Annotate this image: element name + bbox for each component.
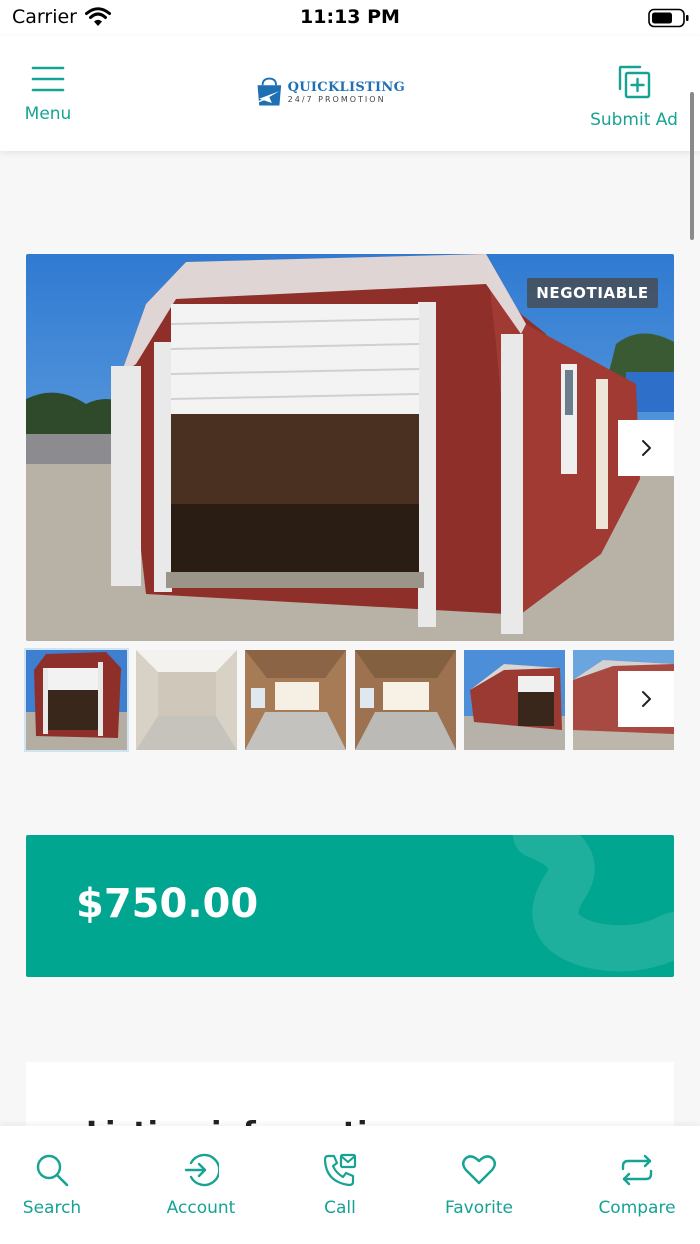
next-photo-button[interactable]	[618, 420, 674, 476]
thumbnail-4[interactable]	[355, 650, 456, 750]
logo-subtitle: 24/7 PROMOTION	[287, 94, 386, 104]
thumbnail-2[interactable]	[136, 650, 237, 750]
add-copy-icon	[618, 65, 651, 99]
login-icon	[184, 1153, 219, 1187]
negotiable-badge: NEGOTIABLE	[527, 278, 658, 308]
shopping-bag-logo-icon	[257, 77, 282, 106]
tab-label: Call	[324, 1198, 356, 1218]
search-icon	[36, 1154, 69, 1187]
tab-label: Search	[22, 1198, 82, 1218]
listing-price: $750.00	[76, 881, 259, 927]
menu-label: Menu	[24, 104, 72, 124]
tab-account[interactable]: Account	[151, 1152, 251, 1218]
phone-icon	[323, 1153, 357, 1187]
next-thumbnails-button[interactable]	[618, 671, 674, 727]
bottom-tab-bar: Search Account Call Favorite Compare	[0, 1126, 700, 1244]
thumbnail-image	[464, 650, 565, 750]
app-header: Menu QUICKLISTING 24/7 PROMOTION Submit …	[0, 36, 700, 151]
tab-label: Favorite	[445, 1198, 513, 1218]
price-card: $750.00	[26, 835, 674, 977]
decorative-swirl	[513, 835, 674, 972]
tab-label: Account	[166, 1198, 236, 1218]
tab-search[interactable]: Search	[2, 1152, 102, 1218]
submit-ad-button[interactable]: Submit Ad	[588, 64, 680, 130]
thumbnail-image	[245, 650, 346, 750]
hamburger-icon	[31, 66, 65, 92]
chevron-right-icon	[642, 440, 651, 456]
heart-icon	[462, 1155, 496, 1185]
tab-favorite[interactable]: Favorite	[429, 1152, 529, 1218]
main-listing-photo[interactable]	[26, 254, 674, 641]
clock: 11:13 PM	[300, 6, 400, 28]
submit-ad-label: Submit Ad	[590, 110, 678, 130]
chevron-right-icon	[642, 691, 651, 707]
tab-label: Compare	[598, 1198, 676, 1218]
tab-call[interactable]: Call	[290, 1152, 390, 1218]
thumbnail-1[interactable]	[24, 648, 129, 752]
thumbnail-3[interactable]	[245, 650, 346, 750]
scrollbar[interactable]	[690, 92, 694, 240]
thumbnail-image	[136, 650, 237, 750]
thumbnail-5[interactable]	[464, 650, 565, 750]
repeat-icon	[621, 1154, 653, 1186]
tab-compare[interactable]: Compare	[587, 1152, 687, 1218]
battery-icon	[648, 8, 689, 28]
logo-title: QUICKLISTING	[287, 79, 405, 95]
thumbnail-image	[355, 650, 456, 750]
shed-photo	[26, 254, 674, 641]
status-bar: Carrier 11:13 PM	[0, 0, 700, 36]
menu-button[interactable]: Menu	[20, 64, 76, 124]
thumbnail-image	[26, 650, 127, 750]
quicklisting-logo[interactable]: QUICKLISTING 24/7 PROMOTION	[255, 72, 405, 112]
